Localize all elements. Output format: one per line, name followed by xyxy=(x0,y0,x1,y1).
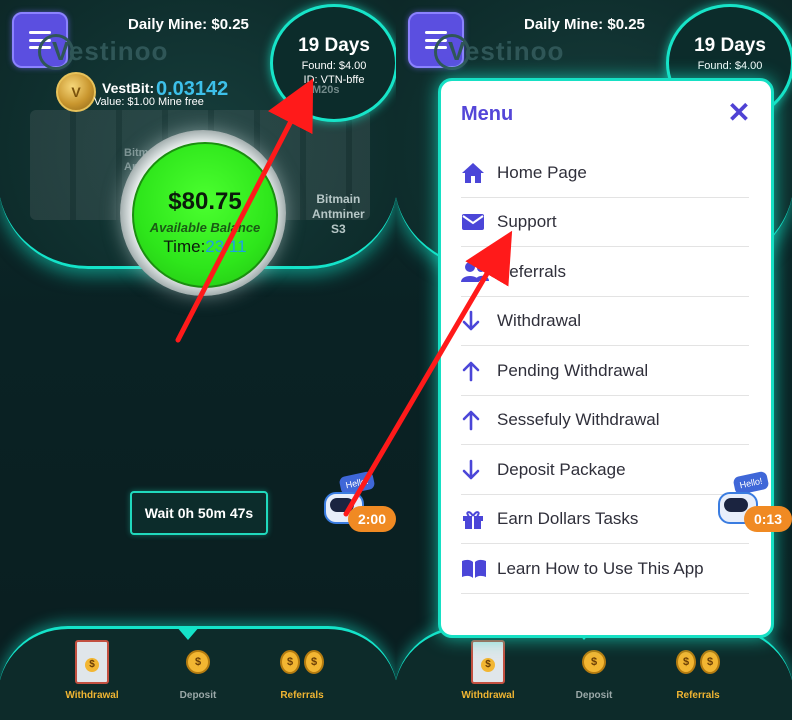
deposit-hand-icon: $ xyxy=(572,640,616,684)
arrow-up-icon xyxy=(461,360,491,382)
close-icon[interactable]: ✕ xyxy=(727,99,751,127)
brand-name: Vestinoo xyxy=(52,36,169,66)
balance-label: Available Balance xyxy=(149,220,261,235)
daily-mine-text: Daily Mine: $0.25 xyxy=(524,16,645,33)
atm-icon xyxy=(70,640,114,684)
wait-countdown-button[interactable]: Wait 0h 50m 47s xyxy=(130,491,268,535)
menu-item-earn-tasks[interactable]: Earn Dollars Tasks xyxy=(461,495,749,544)
menu-title: Menu xyxy=(461,103,514,125)
nav-referrals-label: Referrals xyxy=(280,690,324,701)
nav-withdrawal-label: Withdrawal xyxy=(461,690,515,701)
bot-timer: 2:00 xyxy=(348,506,396,532)
book-icon xyxy=(461,559,491,579)
balance-display: $80.75 Available Balance Time:23:11 xyxy=(132,142,278,288)
referral-coins-icon: $ $ xyxy=(280,640,324,684)
time-label: Time: xyxy=(163,237,206,256)
side-menu: Menu ✕ Home Page Support Referrals Withd… xyxy=(438,78,774,638)
arrow-down-icon xyxy=(461,459,491,481)
menu-item-withdrawal[interactable]: Withdrawal xyxy=(461,297,749,346)
menu-item-label: Earn Dollars Tasks xyxy=(497,509,639,528)
days-count: 19 Days xyxy=(298,35,370,56)
menu-item-label: Support xyxy=(497,212,557,231)
balance-ring[interactable]: $80.75 Available Balance Time:23:11 xyxy=(120,130,286,296)
menu-item-label: Sessefuly Withdrawal xyxy=(497,410,660,429)
referral-coins-icon: $ $ xyxy=(676,640,720,684)
vestbit-subline: Value: $1.00 Mine free xyxy=(94,96,204,108)
vestbit-label: VestBit: xyxy=(102,80,155,96)
menu-item-learn-app[interactable]: Learn How to Use This App xyxy=(461,545,749,594)
nav-referrals[interactable]: $ $ Referrals xyxy=(262,640,342,701)
brand-name: Vestinoo xyxy=(448,36,565,66)
menu-item-label: Pending Withdrawal xyxy=(497,361,649,380)
time-value: 23:11 xyxy=(205,237,247,256)
menu-item-label: Withdrawal xyxy=(497,311,582,330)
machine-model-m20s: M20s xyxy=(312,84,340,96)
nav-deposit-label: Deposit xyxy=(575,690,613,701)
menu-item-pending-withdrawal[interactable]: Pending Withdrawal xyxy=(461,347,749,396)
nav-withdrawal-label: Withdrawal xyxy=(65,690,119,701)
nav-withdrawal[interactable]: Withdrawal xyxy=(52,640,132,701)
days-badge: 19 Days Found: $4.00 ID: VTN-bffe xyxy=(270,4,396,122)
menu-item-label: Deposit Package xyxy=(497,460,626,479)
machine-label-right: Bitmain Antminer S3 xyxy=(312,192,365,236)
nav-notch xyxy=(176,626,200,640)
menu-item-deposit-package[interactable]: Deposit Package xyxy=(461,446,749,495)
days-count: 19 Days xyxy=(694,35,766,56)
balance-amount: $80.75 xyxy=(168,188,242,215)
nav-referrals-label: Referrals xyxy=(676,690,720,701)
menu-item-label: Home Page xyxy=(497,163,587,182)
nav-referrals[interactable]: $ $ Referrals xyxy=(658,640,738,701)
arrow-up-icon xyxy=(461,409,491,431)
nav-deposit[interactable]: $ Deposit xyxy=(554,640,634,701)
menu-item-support[interactable]: Support xyxy=(461,198,749,247)
deposit-hand-icon: $ xyxy=(176,640,220,684)
menu-item-successful-withdrawal[interactable]: Sessefuly Withdrawal xyxy=(461,396,749,445)
atm-icon xyxy=(466,640,510,684)
home-icon xyxy=(461,162,491,184)
users-icon xyxy=(461,261,491,283)
found-amount: Found: $4.00 xyxy=(301,60,367,72)
mail-icon xyxy=(461,213,491,231)
home-screen: Vestinoo Daily Mine: $0.25 19 Days Found… xyxy=(0,0,396,720)
gift-icon xyxy=(461,508,491,530)
mine-timer: Time:23:11 xyxy=(134,237,276,257)
nav-deposit-label: Deposit xyxy=(179,690,217,701)
daily-mine-text: Daily Mine: $0.25 xyxy=(128,16,249,33)
arrow-down-icon xyxy=(461,310,491,332)
bot-timer: 0:13 xyxy=(744,506,792,532)
menu-item-referrals[interactable]: Referrals xyxy=(461,248,749,297)
menu-item-home[interactable]: Home Page xyxy=(461,149,749,198)
nav-deposit[interactable]: $ Deposit xyxy=(158,640,238,701)
found-amount: Found: $4.00 xyxy=(697,60,763,72)
nav-withdrawal[interactable]: Withdrawal xyxy=(448,640,528,701)
menu-item-label: Referrals xyxy=(497,262,566,281)
vestbit-coin-icon: V xyxy=(56,72,96,112)
menu-item-label: Learn How to Use This App xyxy=(497,559,704,578)
